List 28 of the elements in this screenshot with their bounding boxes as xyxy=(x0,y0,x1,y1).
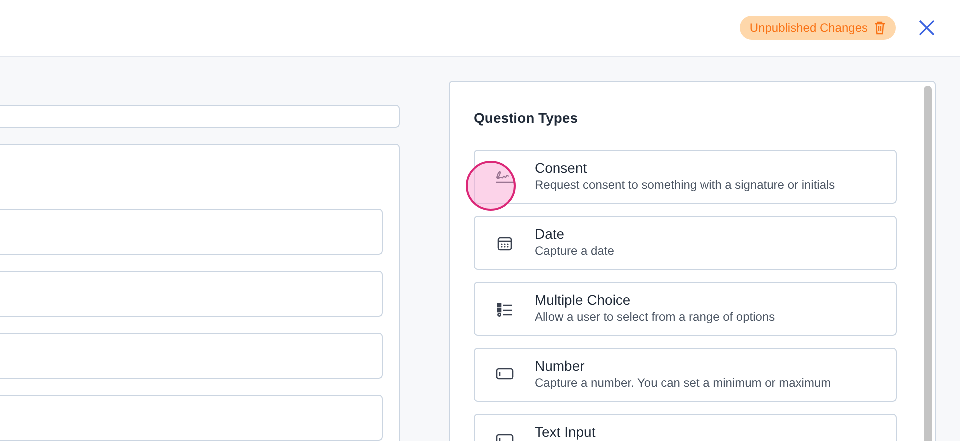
calendar-icon xyxy=(497,236,513,252)
close-button[interactable] xyxy=(918,19,936,37)
input-field[interactable] xyxy=(0,395,383,441)
input-box-icon xyxy=(496,368,514,380)
question-type-card[interactable]: Multiple Choice Allow a user to select from a range of options xyxy=(474,282,897,336)
question-type-card[interactable]: Number Capture a number. You can set a minimum or maximum xyxy=(474,348,897,402)
question-type-description: Capture a number. You can set a minimum or maximum xyxy=(535,375,832,391)
signature-icon xyxy=(495,170,515,184)
question-type-name: Multiple Choice xyxy=(535,291,632,309)
input-field[interactable] xyxy=(0,333,383,379)
touch-indicator xyxy=(466,161,516,211)
input-field[interactable] xyxy=(0,209,383,255)
question-type-description: Allow a user to select from a range of options xyxy=(535,309,776,325)
scrollbar[interactable] xyxy=(924,86,932,441)
question-type-name: Text Input xyxy=(535,423,596,441)
list-icon xyxy=(497,302,513,318)
question-type-name: Consent xyxy=(535,159,588,177)
question-type-name: Number xyxy=(535,357,586,375)
question-type-card[interactable]: Text Input xyxy=(474,414,897,441)
trash-icon[interactable] xyxy=(874,21,886,35)
question-type-name: Date xyxy=(535,225,566,243)
question-type-card[interactable]: Date Capture a date xyxy=(474,216,897,270)
close-icon xyxy=(918,19,936,37)
panel-title: Question Types xyxy=(474,109,579,128)
question-type-card[interactable]: Consent Request consent to something with a signature or initials xyxy=(474,150,897,204)
input-field[interactable] xyxy=(0,271,383,317)
question-type-description: Capture a date xyxy=(535,243,614,259)
question-type-description: Request consent to something with a signature or initials xyxy=(535,177,836,193)
